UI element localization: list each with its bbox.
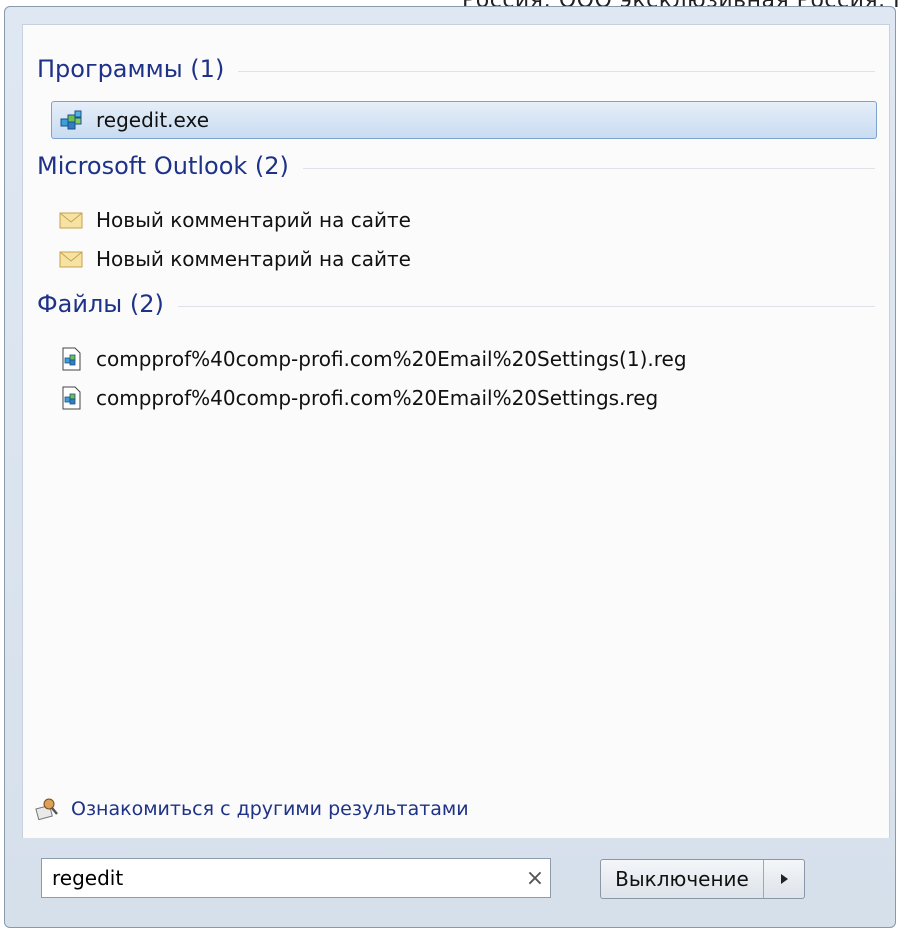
shutdown-button[interactable]: Выключение	[601, 860, 764, 898]
search-input[interactable]	[42, 859, 520, 897]
envelope-icon	[59, 212, 83, 229]
result-item-label: Новый комментарий на сайте	[96, 208, 411, 232]
section-divider	[302, 167, 875, 169]
result-item-reg-file[interactable]: compprof%40comp-profi.com%20Email%20Sett…	[51, 340, 877, 378]
section-header-outlook: Microsoft Outlook (2)	[37, 152, 875, 180]
clear-search-icon[interactable]: ×	[520, 866, 550, 891]
result-item-label: compprof%40comp-profi.com%20Email%20Sett…	[96, 386, 659, 410]
section-title-files: Файлы (2)	[37, 290, 164, 318]
reg-file-icon	[62, 386, 81, 410]
see-more-results-label: Ознакомиться с другими результатами	[71, 798, 469, 820]
shutdown-button-label: Выключение	[615, 867, 749, 891]
search-more-icon	[35, 798, 58, 821]
section-title-programs: Программы (1)	[37, 55, 225, 83]
result-item-label: compprof%40comp-profi.com%20Email%20Sett…	[96, 347, 687, 371]
shutdown-options-button[interactable]	[764, 860, 804, 898]
section-divider	[177, 305, 875, 307]
section-header-programs: Программы (1)	[37, 55, 875, 83]
result-item-label: Новый комментарий на сайте	[96, 247, 411, 271]
start-menu: Программы (1) regedit.exe Microsoft Outl…	[4, 6, 896, 928]
result-item-outlook-message[interactable]: Новый комментарий на сайте	[51, 201, 877, 239]
see-more-results-link[interactable]: Ознакомиться с другими результатами	[33, 795, 469, 823]
section-header-files: Файлы (2)	[37, 290, 875, 318]
result-item-label: regedit.exe	[96, 108, 210, 132]
registry-editor-icon	[60, 110, 82, 130]
chevron-right-icon	[781, 874, 788, 884]
shutdown-split-button: Выключение	[600, 859, 805, 899]
result-item-regedit[interactable]: regedit.exe	[51, 101, 877, 139]
result-item-outlook-message[interactable]: Новый комментарий на сайте	[51, 240, 877, 278]
search-box: ×	[41, 858, 551, 898]
envelope-icon	[59, 251, 83, 268]
reg-file-icon	[62, 347, 81, 371]
section-title-outlook: Microsoft Outlook (2)	[37, 152, 289, 180]
section-divider	[238, 70, 875, 72]
search-results-panel: Программы (1) regedit.exe Microsoft Outl…	[22, 24, 890, 838]
result-item-reg-file[interactable]: compprof%40comp-profi.com%20Email%20Sett…	[51, 379, 877, 417]
